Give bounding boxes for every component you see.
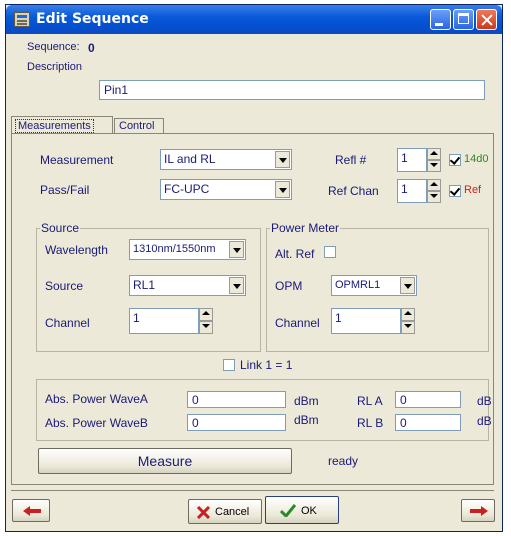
maximize-button[interactable]	[453, 9, 474, 30]
rlb-field[interactable]: 0	[395, 414, 461, 431]
next-button[interactable]	[461, 499, 495, 522]
opm-select[interactable]: OPMRL1	[331, 275, 417, 296]
description-label: Description	[27, 61, 83, 73]
source-label: Source	[45, 279, 84, 293]
spin-up-icon[interactable]	[401, 308, 415, 321]
abs-power-a-field[interactable]: 0	[187, 391, 286, 408]
spin-up-icon[interactable]	[427, 148, 441, 160]
tab-measurements[interactable]: Measurements	[11, 116, 113, 134]
abs-power-b-field[interactable]: 0	[187, 414, 286, 431]
sequence-value: 0	[88, 41, 95, 55]
spin-down-icon[interactable]	[199, 321, 213, 334]
tab-control[interactable]: Control	[114, 118, 164, 134]
close-button[interactable]	[476, 9, 497, 30]
measurement-label: Measurement	[40, 153, 114, 167]
source-select[interactable]: RL1	[129, 275, 246, 296]
status-text: ready	[328, 454, 359, 468]
abs-power-a-label: Abs. Power WaveA	[45, 392, 148, 406]
source-channel-label: Channel	[45, 316, 90, 330]
pm-channel-label: Channel	[275, 316, 320, 330]
refl-label: Refl #	[335, 153, 367, 167]
opm-label: OPM	[275, 279, 303, 293]
refl-check-label: 14d0	[464, 153, 489, 165]
wavelength-label: Wavelength	[45, 243, 108, 257]
altref-checkbox[interactable]	[324, 246, 336, 258]
power-meter-group-title: Power Meter	[270, 221, 341, 235]
cancel-button[interactable]: Cancel	[188, 499, 262, 524]
wavelength-select[interactable]: 1310nm/1550nm	[129, 239, 246, 260]
spin-down-icon[interactable]	[401, 321, 415, 334]
rlb-label: RL B	[357, 416, 384, 430]
abs-power-b-unit: dBm	[294, 413, 319, 427]
results-group	[36, 379, 489, 441]
refl-checkbox[interactable]	[449, 154, 461, 166]
link-checkbox[interactable]	[223, 359, 235, 371]
chevron-down-icon	[229, 241, 244, 258]
chevron-down-icon	[275, 181, 290, 198]
source-group-title: Source	[40, 221, 81, 235]
rla-field[interactable]: 0	[395, 391, 461, 408]
passfail-select[interactable]: FC-UPC	[160, 179, 292, 200]
passfail-label: Pass/Fail	[40, 183, 90, 197]
refchan-spinner[interactable]: 1	[397, 179, 441, 203]
x-icon	[197, 506, 210, 519]
description-field[interactable]: Pin1	[99, 80, 485, 100]
measurements-panel: Measurement IL and RL Refl # 1 14d0 Pass…	[11, 133, 494, 485]
chevron-down-icon	[275, 151, 290, 168]
spin-down-icon[interactable]	[427, 160, 441, 172]
arrow-left-icon	[23, 506, 41, 516]
sequence-label: Sequence:	[27, 41, 80, 53]
ref-checkbox[interactable]	[449, 185, 461, 197]
spin-up-icon[interactable]	[427, 179, 441, 191]
ok-button[interactable]: OK	[265, 496, 339, 524]
chevron-down-icon	[229, 277, 244, 294]
rla-label: RL A	[357, 394, 383, 408]
link-label: Link 1 = 1	[240, 358, 293, 372]
refl-spinner[interactable]: 1	[397, 148, 441, 172]
pm-channel-spinner[interactable]: 1	[331, 308, 415, 334]
rla-unit: dB	[477, 394, 492, 408]
spin-down-icon[interactable]	[427, 191, 441, 203]
measure-button[interactable]: Measure	[38, 448, 292, 474]
arrow-right-icon	[470, 506, 488, 516]
altref-label: Alt. Ref	[275, 247, 315, 261]
footer-divider	[11, 490, 494, 491]
app-icon	[14, 12, 30, 27]
chevron-down-icon	[400, 277, 415, 294]
checkmark-icon	[280, 504, 296, 517]
abs-power-b-label: Abs. Power WaveB	[45, 416, 148, 430]
source-channel-spinner[interactable]: 1	[129, 308, 213, 334]
title-bar[interactable]: Edit Sequence	[6, 5, 502, 34]
previous-button[interactable]	[12, 499, 50, 522]
rlb-unit: dB	[477, 414, 492, 428]
ref-check-label: Ref	[464, 184, 482, 196]
edit-sequence-window: Edit Sequence Sequence: 0 Description Pi…	[5, 4, 503, 532]
abs-power-a-unit: dBm	[294, 394, 319, 408]
minimize-button[interactable]	[430, 9, 451, 30]
spin-up-icon[interactable]	[199, 308, 213, 321]
refchan-label: Ref Chan	[328, 184, 379, 198]
window-title: Edit Sequence	[36, 11, 149, 27]
measurement-select[interactable]: IL and RL	[160, 149, 292, 170]
